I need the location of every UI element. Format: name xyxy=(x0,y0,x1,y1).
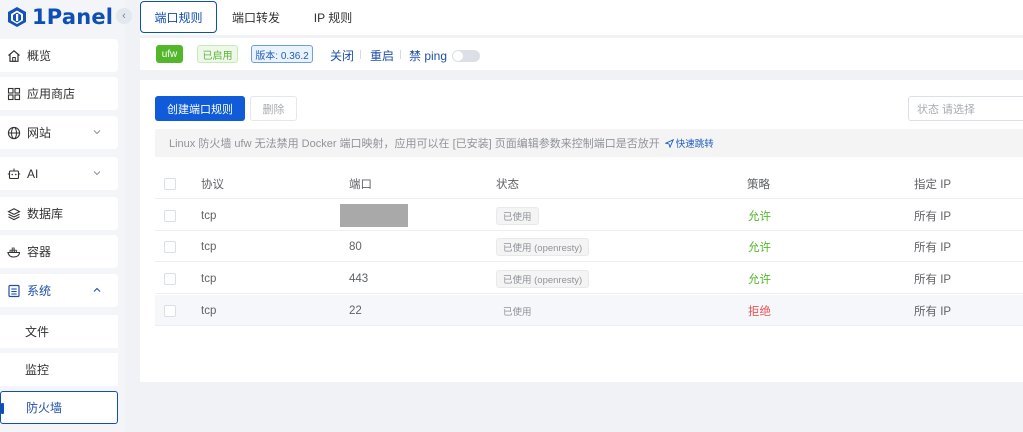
row-checkbox[interactable] xyxy=(164,231,176,262)
sidebar-item-ai[interactable]: AI xyxy=(0,157,118,190)
sidebar-subitem-monitor[interactable]: 监控 xyxy=(0,353,118,386)
tab-port-rules[interactable]: 端口规则 xyxy=(140,1,217,33)
chevron-down-icon xyxy=(93,171,101,176)
column-header-protocol[interactable]: 协议 xyxy=(201,168,224,199)
redaction-block xyxy=(340,204,408,227)
sidebar-subitem-files[interactable]: 文件 xyxy=(0,315,118,348)
delete-button[interactable]: 删除 xyxy=(250,96,297,121)
cell-protocol: tcp xyxy=(201,209,217,222)
column-header-port[interactable]: 端口 xyxy=(349,168,372,199)
select-all-checkbox[interactable] xyxy=(164,168,176,199)
firewall-status-bar: ufw 已启用 版本: 0.36.2 关闭 重启 禁 ping xyxy=(140,38,1023,70)
docker-icon xyxy=(7,245,21,259)
cell-policy: 拒绝 xyxy=(748,305,771,318)
send-icon xyxy=(664,138,674,148)
stop-firewall-link[interactable]: 关闭 xyxy=(330,47,354,64)
column-header-ip[interactable]: 指定 IP xyxy=(914,168,951,199)
logo-text: 1Panel xyxy=(32,5,114,29)
engine-badge: ufw xyxy=(156,45,183,63)
cell-ip: 所有 IP xyxy=(914,273,952,286)
cell-policy: 允许 xyxy=(748,241,771,254)
table-row[interactable]: tcp 443 已使用 (openresty) 允许 所有 IP xyxy=(155,263,1023,294)
disable-ping-label: 禁 ping xyxy=(409,49,448,63)
status-tag: 已使用 xyxy=(496,206,539,225)
status-tag: 已使用 (openresty) xyxy=(496,237,590,256)
row-checkbox[interactable] xyxy=(164,263,176,294)
sidebar-item-database[interactable]: 数据库 xyxy=(0,197,118,230)
cell-port: 80 xyxy=(349,240,362,253)
sidebar-subitem-label: 文件 xyxy=(25,325,50,339)
tabs-bar: 端口规则 端口转发 IP 规则 xyxy=(140,0,1023,35)
row-checkbox[interactable] xyxy=(164,295,176,326)
sidebar-item-label: 网站 xyxy=(27,126,52,140)
robot-icon xyxy=(7,167,21,181)
port-rules-panel: 创建端口规则 删除 状态 请选择 Linux 防火墙 ufw 无法禁用 Dock… xyxy=(140,80,1023,382)
sidebar-item-label: 应用商店 xyxy=(27,87,76,101)
status-filter-select[interactable]: 状态 请选择 xyxy=(908,96,1023,121)
sidebar-item-website[interactable]: 网站 xyxy=(0,116,118,149)
sidebar-item-label: 系统 xyxy=(27,284,52,298)
cell-ip: 所有 IP xyxy=(914,241,952,254)
table-row[interactable]: tcp 22 已使用 拒绝 所有 IP xyxy=(155,295,1023,326)
sidebar-subitem-label: 防火墙 xyxy=(26,401,63,415)
divider xyxy=(360,50,361,59)
sidebar-item-label: 数据库 xyxy=(27,207,64,221)
sidebar-item-label: 容器 xyxy=(27,245,52,259)
quick-jump-link[interactable]: 快速跳转 xyxy=(676,136,714,150)
notice-text: Linux 防火墙 ufw 无法禁用 Docker 端口映射，应用可以在 [已安… xyxy=(169,138,660,150)
table-row[interactable]: tcp 80 已使用 (openresty) 允许 所有 IP xyxy=(155,231,1023,262)
divider xyxy=(400,50,401,59)
layers-icon xyxy=(7,207,21,221)
sidebar-item-app-store[interactable]: 应用商店 xyxy=(0,77,118,110)
chevron-up-icon xyxy=(93,287,101,292)
cell-protocol: tcp xyxy=(201,240,217,253)
cell-ip: 所有 IP xyxy=(914,305,952,318)
docker-notice: Linux 防火墙 ufw 无法禁用 Docker 端口映射，应用可以在 [已安… xyxy=(155,129,1023,157)
cell-port: 443 xyxy=(349,272,369,285)
cell-policy: 允许 xyxy=(748,273,771,286)
cell-status: 已使用 (openresty) xyxy=(496,263,590,294)
tab-port-forwarding[interactable]: 端口转发 xyxy=(225,1,287,33)
collapse-sidebar-button[interactable]: ‹ xyxy=(116,8,132,24)
home-icon xyxy=(7,49,21,63)
logo-hex-icon xyxy=(8,7,26,27)
sidebar-item-system[interactable]: 系统 xyxy=(0,274,118,307)
cell-ip: 所有 IP xyxy=(914,210,952,223)
sidebar-item-label: AI xyxy=(27,166,39,181)
version-badge: 版本: 0.36.2 xyxy=(251,45,313,63)
table-header: 协议 端口 状态 策略 指定 IP xyxy=(155,168,1023,199)
status-badge: 已启用 xyxy=(197,45,238,63)
column-header-policy[interactable]: 策略 xyxy=(747,168,770,199)
cell-protocol: tcp xyxy=(201,304,217,317)
status-tag: 已使用 xyxy=(503,306,532,318)
sidebar-item-container[interactable]: 容器 xyxy=(0,235,118,268)
logo[interactable]: 1Panel xyxy=(6,4,113,30)
cell-status: 已使用 xyxy=(496,295,539,326)
restart-firewall-link[interactable]: 重启 xyxy=(370,47,394,64)
tab-ip-rules[interactable]: IP 规则 xyxy=(303,1,363,33)
disable-ping-toggle[interactable] xyxy=(452,50,480,62)
globe-icon xyxy=(7,126,21,140)
create-port-rule-button[interactable]: 创建端口规则 xyxy=(155,96,245,121)
status-tag: 已使用 (openresty) xyxy=(496,269,590,288)
column-header-status[interactable]: 状态 xyxy=(496,168,519,199)
system-icon xyxy=(7,284,21,298)
row-checkbox[interactable] xyxy=(164,200,176,231)
sidebar-subitem-firewall[interactable]: 防火墙 xyxy=(0,391,118,424)
table-row[interactable]: tcp 已使用 允许 所有 IP xyxy=(155,200,1023,231)
grid-icon xyxy=(7,87,21,101)
cell-status: 已使用 (openresty) xyxy=(496,231,590,262)
cell-policy: 允许 xyxy=(748,210,771,223)
sidebar-item-label: 概览 xyxy=(27,49,52,63)
cell-port: 22 xyxy=(349,304,362,317)
cell-status: 已使用 xyxy=(496,200,539,231)
cell-port-redacted xyxy=(340,200,408,231)
chevron-down-icon xyxy=(93,130,101,135)
cell-protocol: tcp xyxy=(201,272,217,285)
sidebar: 1Panel ‹ 概览 应用商店 网站 AI 数据库 容器 系统 文件 监控 防… xyxy=(0,0,132,432)
sidebar-item-overview[interactable]: 概览 xyxy=(0,39,118,72)
sidebar-subitem-label: 监控 xyxy=(25,363,50,377)
